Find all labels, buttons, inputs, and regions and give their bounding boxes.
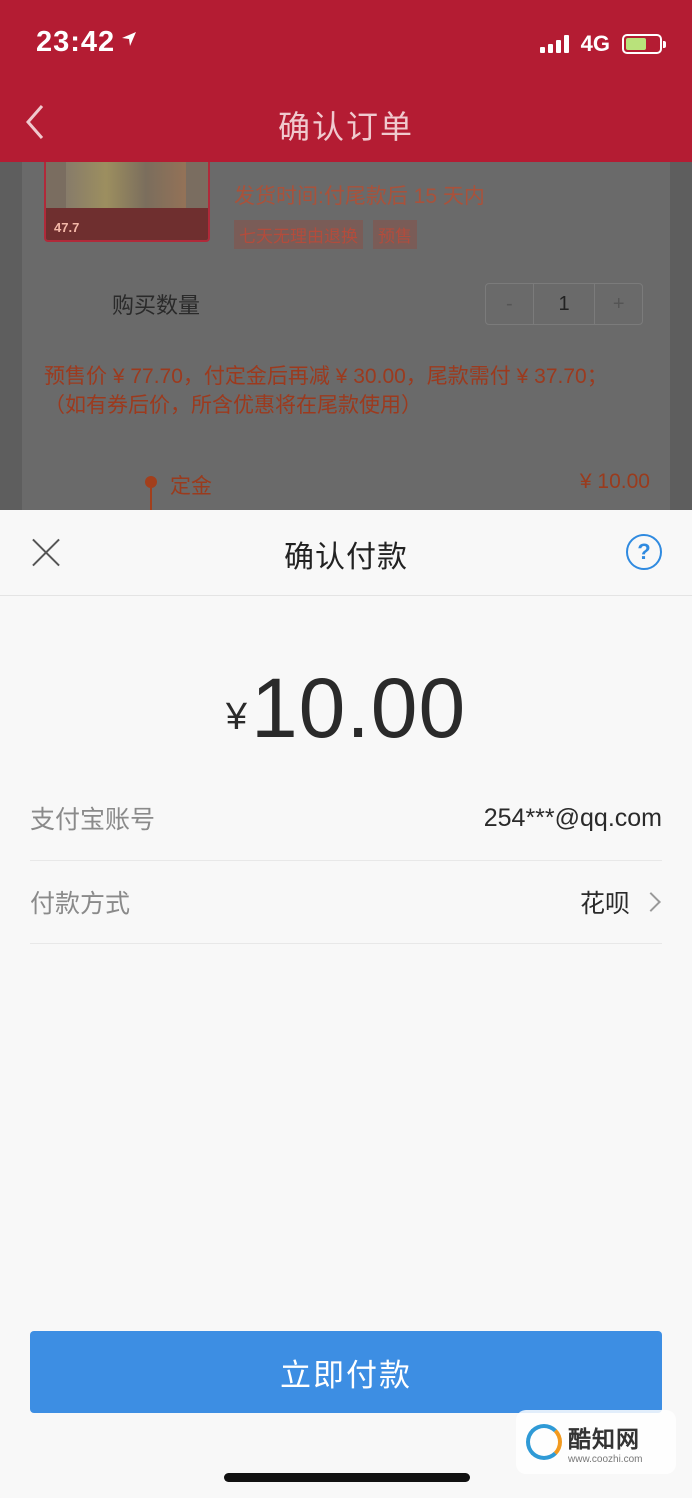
timeline-dot [145,476,157,488]
product-thumbnail[interactable]: 47.7 [44,162,210,242]
quantity-plus-button[interactable]: + [595,284,642,324]
currency-symbol: ¥ [225,696,247,738]
signal-icon [539,35,569,53]
page-title: 确认订单 [277,109,414,145]
watermark-url: www.coozhi.com [568,1453,643,1465]
method-value: 花呗 [579,890,630,918]
status-indicators: 4G [539,31,666,57]
watermark-logo: 酷知网 www.coozhi.com [516,1410,676,1474]
status-time: 23:42 [36,26,116,58]
quantity-label: 购买数量 [112,293,201,318]
chevron-right-icon [641,892,661,912]
sheet-title: 确认付款 [284,541,408,574]
tag-presale: 预售 [373,220,417,249]
home-indicator [224,1473,470,1482]
tag-return: 七天无理由退换 [234,220,363,249]
method-selector[interactable]: 花呗 [580,884,662,920]
payment-method-row[interactable]: 付款方式 花呗 [30,860,662,944]
account-value: 254***@qq.com [483,803,662,832]
app-header: 23:42 4G 确认订单 [0,0,692,162]
timeline-line [150,488,152,510]
quantity-value[interactable]: 1 [532,284,596,324]
amount-value: 10.00 [250,661,467,755]
quantity-minus-button[interactable]: - [486,284,533,324]
watermark-name: 酷知网 [568,1425,640,1452]
ship-time: 发货时间:付尾款后 15 天内 [234,185,485,208]
product-tags: 七天无理由退换 预售 [234,220,417,249]
account-label: 支付宝账号 [30,806,156,834]
payment-sheet: 确认付款 ? ¥10.00 支付宝账号 254***@qq.com 付款方式 花… [0,510,692,1498]
network-type: 4G [580,31,610,56]
watermark-icon [526,1424,562,1460]
thumb-price: 47.7 [54,220,80,235]
deposit-label: 定金 [170,475,212,498]
deposit-value: ¥ 10.00 [579,470,650,493]
sheet-header: 确认付款 ? [0,510,692,596]
battery-icon [622,34,666,54]
quantity-stepper: - 1 + [485,283,643,325]
location-arrow-icon [120,30,138,53]
pay-now-button[interactable]: 立即付款 [30,1331,662,1413]
help-icon[interactable]: ? [626,534,662,570]
payment-amount: ¥10.00 [0,660,692,757]
presale-note: 预售价 ¥ 77.70，付定金后再减 ¥ 30.00，尾款需付 ¥ 37.70；… [44,365,608,417]
method-label: 付款方式 [30,890,131,918]
account-row: 支付宝账号 254***@qq.com [30,776,662,860]
